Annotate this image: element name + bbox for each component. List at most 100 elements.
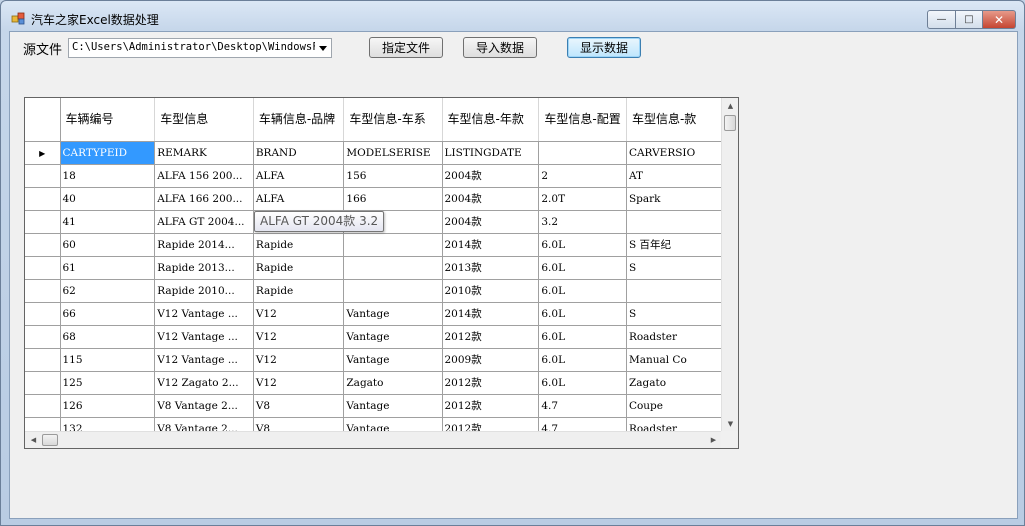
table-row[interactable]: 62 Rapide 2010... Rapide 2010款 6.0L [25, 279, 722, 303]
table-cell[interactable] [343, 256, 443, 280]
table-cell[interactable]: Zagato [343, 371, 443, 395]
table-cell[interactable]: 61 [60, 256, 156, 280]
row-header[interactable] [25, 417, 61, 432]
import-data-button[interactable]: 导入数据 [463, 37, 537, 58]
scroll-left-icon[interactable]: ◀ [25, 432, 42, 448]
table-cell[interactable]: S 百年纪 [626, 233, 722, 257]
table-cell[interactable]: AT [626, 164, 722, 188]
table-cell[interactable]: S [626, 256, 722, 280]
table-cell[interactable]: CARVERSIO [626, 141, 722, 165]
table-cell[interactable]: Rapide [253, 256, 345, 280]
row-header[interactable] [25, 302, 61, 326]
table-cell[interactable]: Vantage [343, 417, 443, 432]
scroll-right-icon[interactable]: ▶ [705, 432, 722, 448]
table-cell[interactable]: 6.0L [538, 348, 627, 372]
row-header[interactable] [25, 394, 61, 418]
row-header[interactable]: ▶ [25, 141, 61, 165]
table-cell[interactable]: Rapide 2013... [154, 256, 254, 280]
table-cell[interactable]: Roadster [626, 417, 722, 432]
table-cell[interactable]: V12 [253, 371, 345, 395]
row-header[interactable] [25, 210, 61, 234]
table-cell[interactable]: Vantage [343, 348, 443, 372]
table-row[interactable]: ▶ CARTYPEID REMARK BRAND MODELSERISE LISTINGD… [25, 141, 722, 165]
table-cell[interactable]: Rapide 2014... [154, 233, 254, 257]
column-header[interactable]: 车辆编号 [60, 98, 156, 142]
table-cell[interactable]: 2004款 [442, 210, 540, 234]
table-cell[interactable] [626, 279, 722, 303]
table-cell[interactable]: 40 [60, 187, 156, 211]
table-cell[interactable]: 2014款 [442, 233, 540, 257]
vertical-scroll-thumb[interactable] [724, 115, 736, 131]
scroll-down-icon[interactable]: ▼ [722, 416, 738, 432]
table-cell[interactable]: 2014款 [442, 302, 540, 326]
table-cell[interactable]: V12 Vantage ... [154, 302, 254, 326]
table-cell[interactable]: Vantage [343, 325, 443, 349]
table-cell[interactable]: 2009款 [442, 348, 540, 372]
specify-file-button[interactable]: 指定文件 [369, 37, 443, 58]
table-cell[interactable]: 6.0L [538, 302, 627, 326]
horizontal-scroll-thumb[interactable] [42, 434, 58, 446]
data-grid[interactable]: 车辆编号 车型信息 车辆信息-品牌 车型信息-车系 车型信息-年款 车型信息-配… [24, 97, 739, 449]
table-cell[interactable]: 41 [60, 210, 156, 234]
close-button[interactable]: ✕ [983, 10, 1016, 29]
table-cell[interactable]: Zagato [626, 371, 722, 395]
table-cell[interactable] [626, 210, 722, 234]
table-cell[interactable]: 3.2 [538, 210, 627, 234]
table-cell[interactable]: Vantage [343, 302, 443, 326]
column-header[interactable]: 车型信息 [154, 98, 254, 142]
table-row[interactable]: 61 Rapide 2013... Rapide 2013款 6.0L S [25, 256, 722, 280]
table-cell[interactable]: Manual Co [626, 348, 722, 372]
table-cell[interactable]: V12 [253, 348, 345, 372]
table-row[interactable]: 18 ALFA 156 200... ALFA 156 2004款 2 AT [25, 164, 722, 188]
horizontal-scrollbar[interactable]: ◀ ▶ [25, 431, 722, 448]
column-header[interactable]: 车辆信息-品牌 [253, 98, 345, 142]
table-cell[interactable]: 115 [60, 348, 156, 372]
show-data-button[interactable]: 显示数据 [567, 37, 641, 58]
table-cell[interactable]: 132 [60, 417, 156, 432]
table-cell[interactable]: 2.0T [538, 187, 627, 211]
table-cell[interactable]: S [626, 302, 722, 326]
row-header[interactable] [25, 187, 61, 211]
table-cell[interactable]: 156 [343, 164, 443, 188]
table-cell[interactable]: 2013款 [442, 256, 540, 280]
table-cell[interactable]: V12 Vantage ... [154, 325, 254, 349]
table-cell[interactable] [343, 233, 443, 257]
row-header[interactable] [25, 256, 61, 280]
row-header[interactable] [25, 279, 61, 303]
table-cell[interactable] [343, 279, 443, 303]
table-cell[interactable]: 2004款 [442, 164, 540, 188]
table-cell[interactable]: 18 [60, 164, 156, 188]
table-cell[interactable]: 60 [60, 233, 156, 257]
table-cell[interactable] [538, 141, 627, 165]
table-cell[interactable]: V8 [253, 417, 345, 432]
table-cell[interactable]: 2012款 [442, 325, 540, 349]
table-cell[interactable]: V12 [253, 325, 345, 349]
row-header[interactable] [25, 164, 61, 188]
title-bar[interactable]: 汽车之家Excel数据处理 — □ ✕ [1, 1, 1024, 31]
table-cell[interactable]: V12 [253, 302, 345, 326]
vertical-scrollbar[interactable]: ▲ ▼ [721, 98, 738, 432]
table-cell[interactable]: 166 [343, 187, 443, 211]
table-row[interactable]: 125 V12 Zagato 2... V12 Zagato 2012款 6.0L Zaga… [25, 371, 722, 395]
table-cell[interactable]: BRAND [253, 141, 345, 165]
table-cell[interactable]: 6.0L [538, 371, 627, 395]
table-cell[interactable]: Spark [626, 187, 722, 211]
table-cell[interactable]: 4.7 [538, 394, 627, 418]
table-cell[interactable]: 6.0L [538, 325, 627, 349]
table-cell[interactable]: REMARK [154, 141, 254, 165]
table-row[interactable]: 126 V8 Vantage 2... V8 Vantage 2012款 4.7 Coupe [25, 394, 722, 418]
table-cell[interactable]: 4.7 [538, 417, 627, 432]
chevron-down-icon[interactable] [315, 39, 331, 57]
table-cell[interactable]: V8 Vantage 2... [154, 417, 254, 432]
table-cell[interactable]: ALFA 166 200... [154, 187, 254, 211]
table-row[interactable]: 60 Rapide 2014... Rapide 2014款 6.0L S 百年纪 [25, 233, 722, 257]
row-header[interactable] [25, 325, 61, 349]
table-cell[interactable]: V12 Vantage ... [154, 348, 254, 372]
table-cell[interactable]: MODELSERISE [343, 141, 443, 165]
table-cell[interactable]: 125 [60, 371, 156, 395]
table-row[interactable]: 68 V12 Vantage ... V12 Vantage 2012款 6.0L Road… [25, 325, 722, 349]
table-cell[interactable]: 2012款 [442, 371, 540, 395]
minimize-button[interactable]: — [927, 10, 956, 29]
table-row[interactable]: 40 ALFA 166 200... ALFA 166 2004款 2.0T Spark [25, 187, 722, 211]
row-header[interactable] [25, 348, 61, 372]
